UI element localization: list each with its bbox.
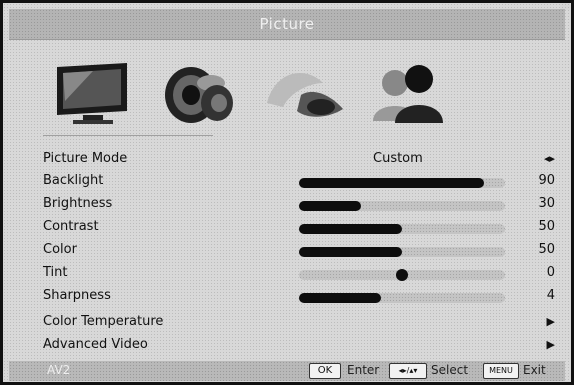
brightness-row[interactable]: Brightness 30	[43, 194, 559, 216]
enter-hint: Enter	[347, 363, 380, 377]
users-icon[interactable]	[369, 61, 445, 131]
color-row[interactable]: Color 50	[43, 240, 559, 262]
tv-monitor-icon[interactable]	[53, 61, 131, 131]
backlight-slider-fill	[299, 178, 485, 188]
contrast-label: Contrast	[43, 219, 99, 234]
title-bar: Picture	[9, 9, 565, 40]
color-temperature-label: Color Temperature	[43, 314, 164, 329]
select-hint: Select	[431, 363, 469, 377]
sharpness-label: Sharpness	[43, 288, 111, 303]
sharpness-slider[interactable]	[299, 293, 505, 303]
brightness-label: Brightness	[43, 196, 113, 211]
sharpness-value: 4	[546, 288, 555, 303]
navigation-keys-icon[interactable]: ◂▸/▴▾	[389, 363, 427, 379]
satellite-dish-icon[interactable]	[261, 61, 351, 131]
color-label: Color	[43, 242, 77, 257]
color-slider[interactable]	[299, 247, 505, 257]
exit-hint: Exit	[523, 363, 546, 377]
backlight-value: 90	[538, 173, 555, 188]
footer-bar: AV2 OK Enter ◂▸/▴▾ Select MENU Exit	[9, 361, 565, 381]
right-arrow-icon[interactable]: ▶	[547, 338, 555, 351]
speaker-icon[interactable]	[161, 61, 239, 131]
picture-mode-label: Picture Mode	[43, 151, 128, 166]
advanced-video-label: Advanced Video	[43, 337, 148, 352]
sharpness-row[interactable]: Sharpness 4	[43, 286, 559, 308]
tv-osd-menu: Picture Picture Mode Custom ◂▸ Backlight…	[0, 0, 574, 385]
color-slider-fill	[299, 247, 402, 257]
backlight-label: Backlight	[43, 173, 104, 188]
tint-slider[interactable]	[299, 269, 505, 281]
input-source-label: AV2	[47, 363, 71, 377]
picture-mode-row[interactable]: Picture Mode Custom ◂▸	[43, 149, 559, 171]
brightness-slider[interactable]	[299, 201, 505, 211]
contrast-slider-fill	[299, 224, 402, 234]
picture-mode-value: Custom	[373, 151, 423, 166]
divider	[43, 135, 213, 136]
color-value: 50	[538, 242, 555, 257]
contrast-value: 50	[538, 219, 555, 234]
backlight-slider[interactable]	[299, 178, 505, 188]
sharpness-slider-fill	[299, 293, 382, 303]
menu-title: Picture	[259, 15, 315, 33]
tint-row[interactable]: Tint 0	[43, 263, 559, 285]
brightness-value: 30	[538, 196, 555, 211]
tint-slider-knob[interactable]	[396, 269, 408, 281]
right-arrow-icon[interactable]: ▶	[547, 315, 555, 328]
left-right-arrows-icon[interactable]: ◂▸	[544, 152, 555, 165]
menu-key[interactable]: MENU	[483, 363, 519, 379]
advanced-video-row[interactable]: Advanced Video ▶	[43, 335, 559, 357]
ok-key[interactable]: OK	[309, 363, 341, 379]
color-temperature-row[interactable]: Color Temperature ▶	[43, 312, 559, 334]
tint-label: Tint	[43, 265, 68, 280]
contrast-slider[interactable]	[299, 224, 505, 234]
tint-value: 0	[546, 265, 555, 280]
brightness-slider-fill	[299, 201, 361, 211]
contrast-row[interactable]: Contrast 50	[43, 217, 559, 239]
backlight-row[interactable]: Backlight 90	[43, 171, 559, 193]
